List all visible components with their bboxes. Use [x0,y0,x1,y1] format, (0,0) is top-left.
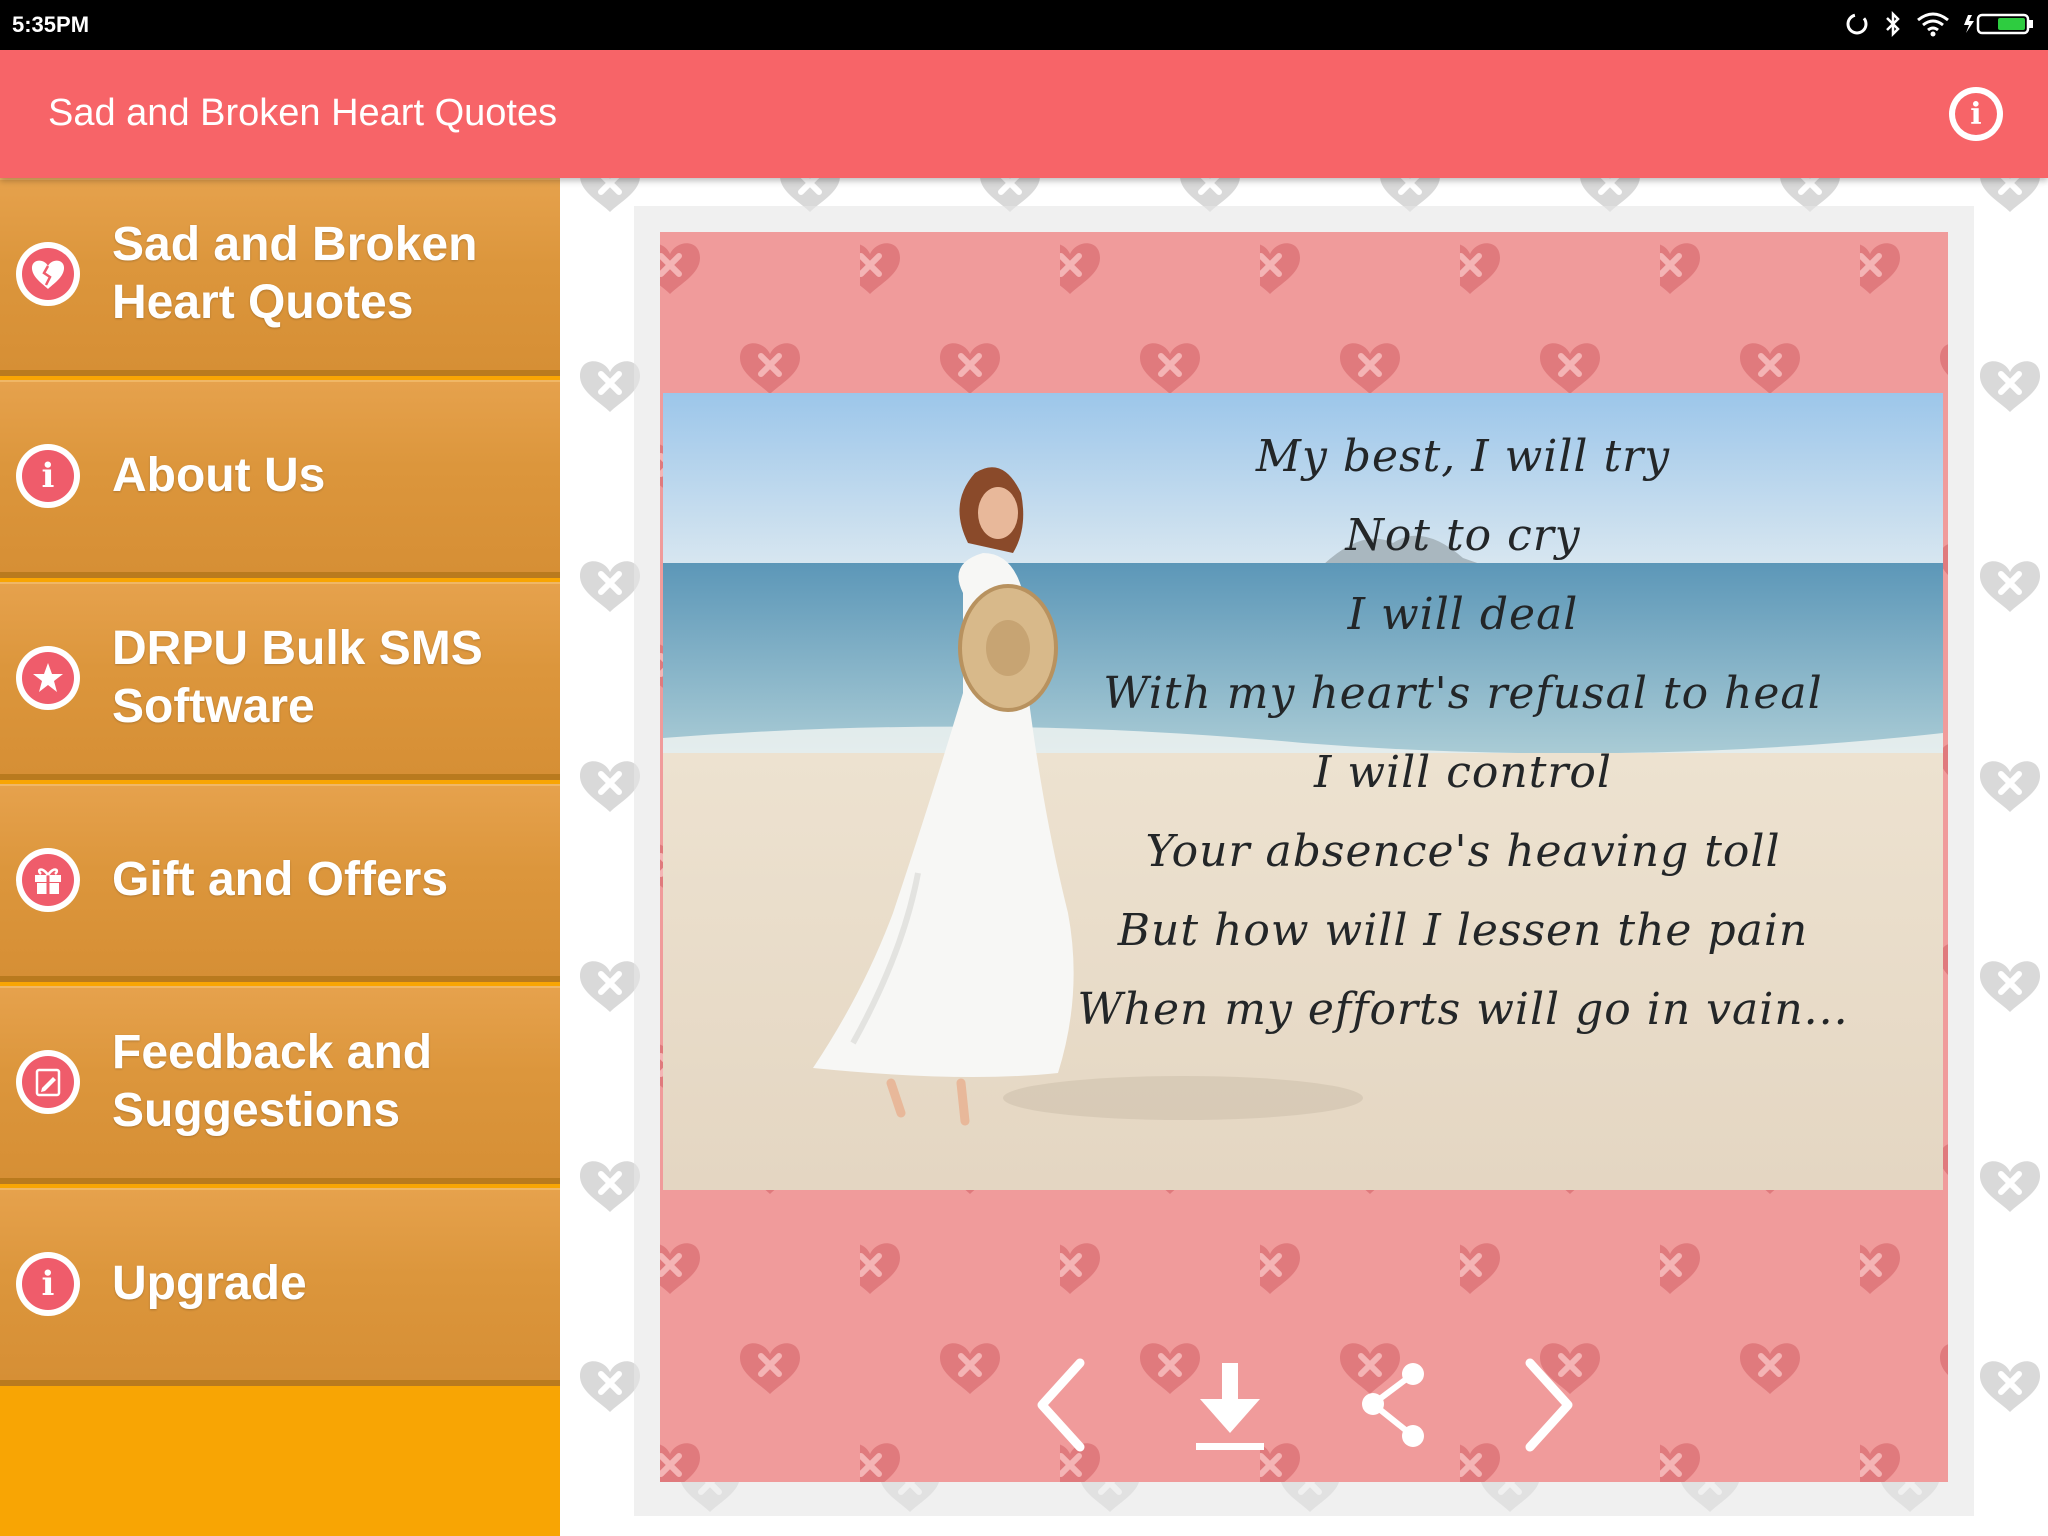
quote-line: Your absence's heaving toll [1145,826,1781,877]
share-icon [1362,1363,1424,1447]
quote-image: My best, I will try Not to cry I will de… [663,393,1943,1190]
app-title: Sad and Broken Heart Quotes [48,92,558,134]
sidebar-item-drpu-bulk-sms-software[interactable]: DRPU Bulk SMS Software [0,582,560,780]
gift-icon [16,848,80,912]
quote-line: I will deal [1347,589,1579,640]
sidebar-item-label: About Us [112,449,326,502]
sidebar-item-about-us[interactable]: i About Us [0,380,560,578]
info-icon: i [16,444,80,508]
sidebar-item-feedback-and-suggestions[interactable]: Feedback and Suggestions [0,986,560,1184]
quote-text: My best, I will try Not to cry I will de… [1023,417,1903,1049]
quote-line: But how will I lessen the pain [1117,905,1809,956]
quote-line: My best, I will try [1255,431,1671,482]
download-icon [1196,1363,1264,1450]
battery-charging-icon [1964,13,2033,35]
bluetooth-icon [1886,10,1900,38]
status-bar: 5:35PM [0,0,2048,50]
navigation-drawer: Sad and Broken Heart Quotes i About Us D… [0,178,560,1536]
broken-heart-icon [16,242,80,306]
info-button[interactable]: i [1949,87,2003,141]
sidebar-item-label: Sad and Broken Heart Quotes [112,218,478,329]
next-button[interactable] [1500,1350,1600,1460]
sidebar-item-label: Upgrade [112,1257,307,1310]
wifi-icon [1917,12,1949,37]
quote-actions [1000,1350,1620,1460]
chevron-left-icon [1037,1358,1085,1452]
quote-line: With my heart's refusal to heal [1103,668,1823,719]
sidebar-item-upgrade[interactable]: i Upgrade [0,1188,560,1386]
quote-line: I will control [1314,747,1612,798]
quote-line: When my efforts will go in vain... [1077,984,1849,1035]
sidebar-item-gift-and-offers[interactable]: Gift and Offers [0,784,560,982]
previous-button[interactable] [1010,1350,1110,1460]
sidebar-item-label: Gift and Offers [112,853,449,906]
sidebar-item-label: Feedback and Suggestions [112,1026,433,1137]
feedback-icon [16,1050,80,1114]
status-icons [1844,10,2036,38]
info-icon: i [1955,93,1997,135]
quote-line: Not to cry [1345,510,1581,561]
sidebar-item-sad-and-broken-heart-quotes[interactable]: Sad and Broken Heart Quotes [0,178,560,376]
status-time: 5:35PM [12,12,90,37]
sync-icon [1846,13,1868,35]
share-button[interactable] [1345,1350,1445,1460]
app-bar: Sad and Broken Heart Quotes [0,50,2048,178]
download-button[interactable] [1180,1350,1280,1460]
info-icon: i [16,1252,80,1316]
sidebar-item-label: DRPU Bulk SMS Software [112,622,483,733]
star-icon [16,646,80,710]
chevron-right-icon [1525,1358,1573,1452]
